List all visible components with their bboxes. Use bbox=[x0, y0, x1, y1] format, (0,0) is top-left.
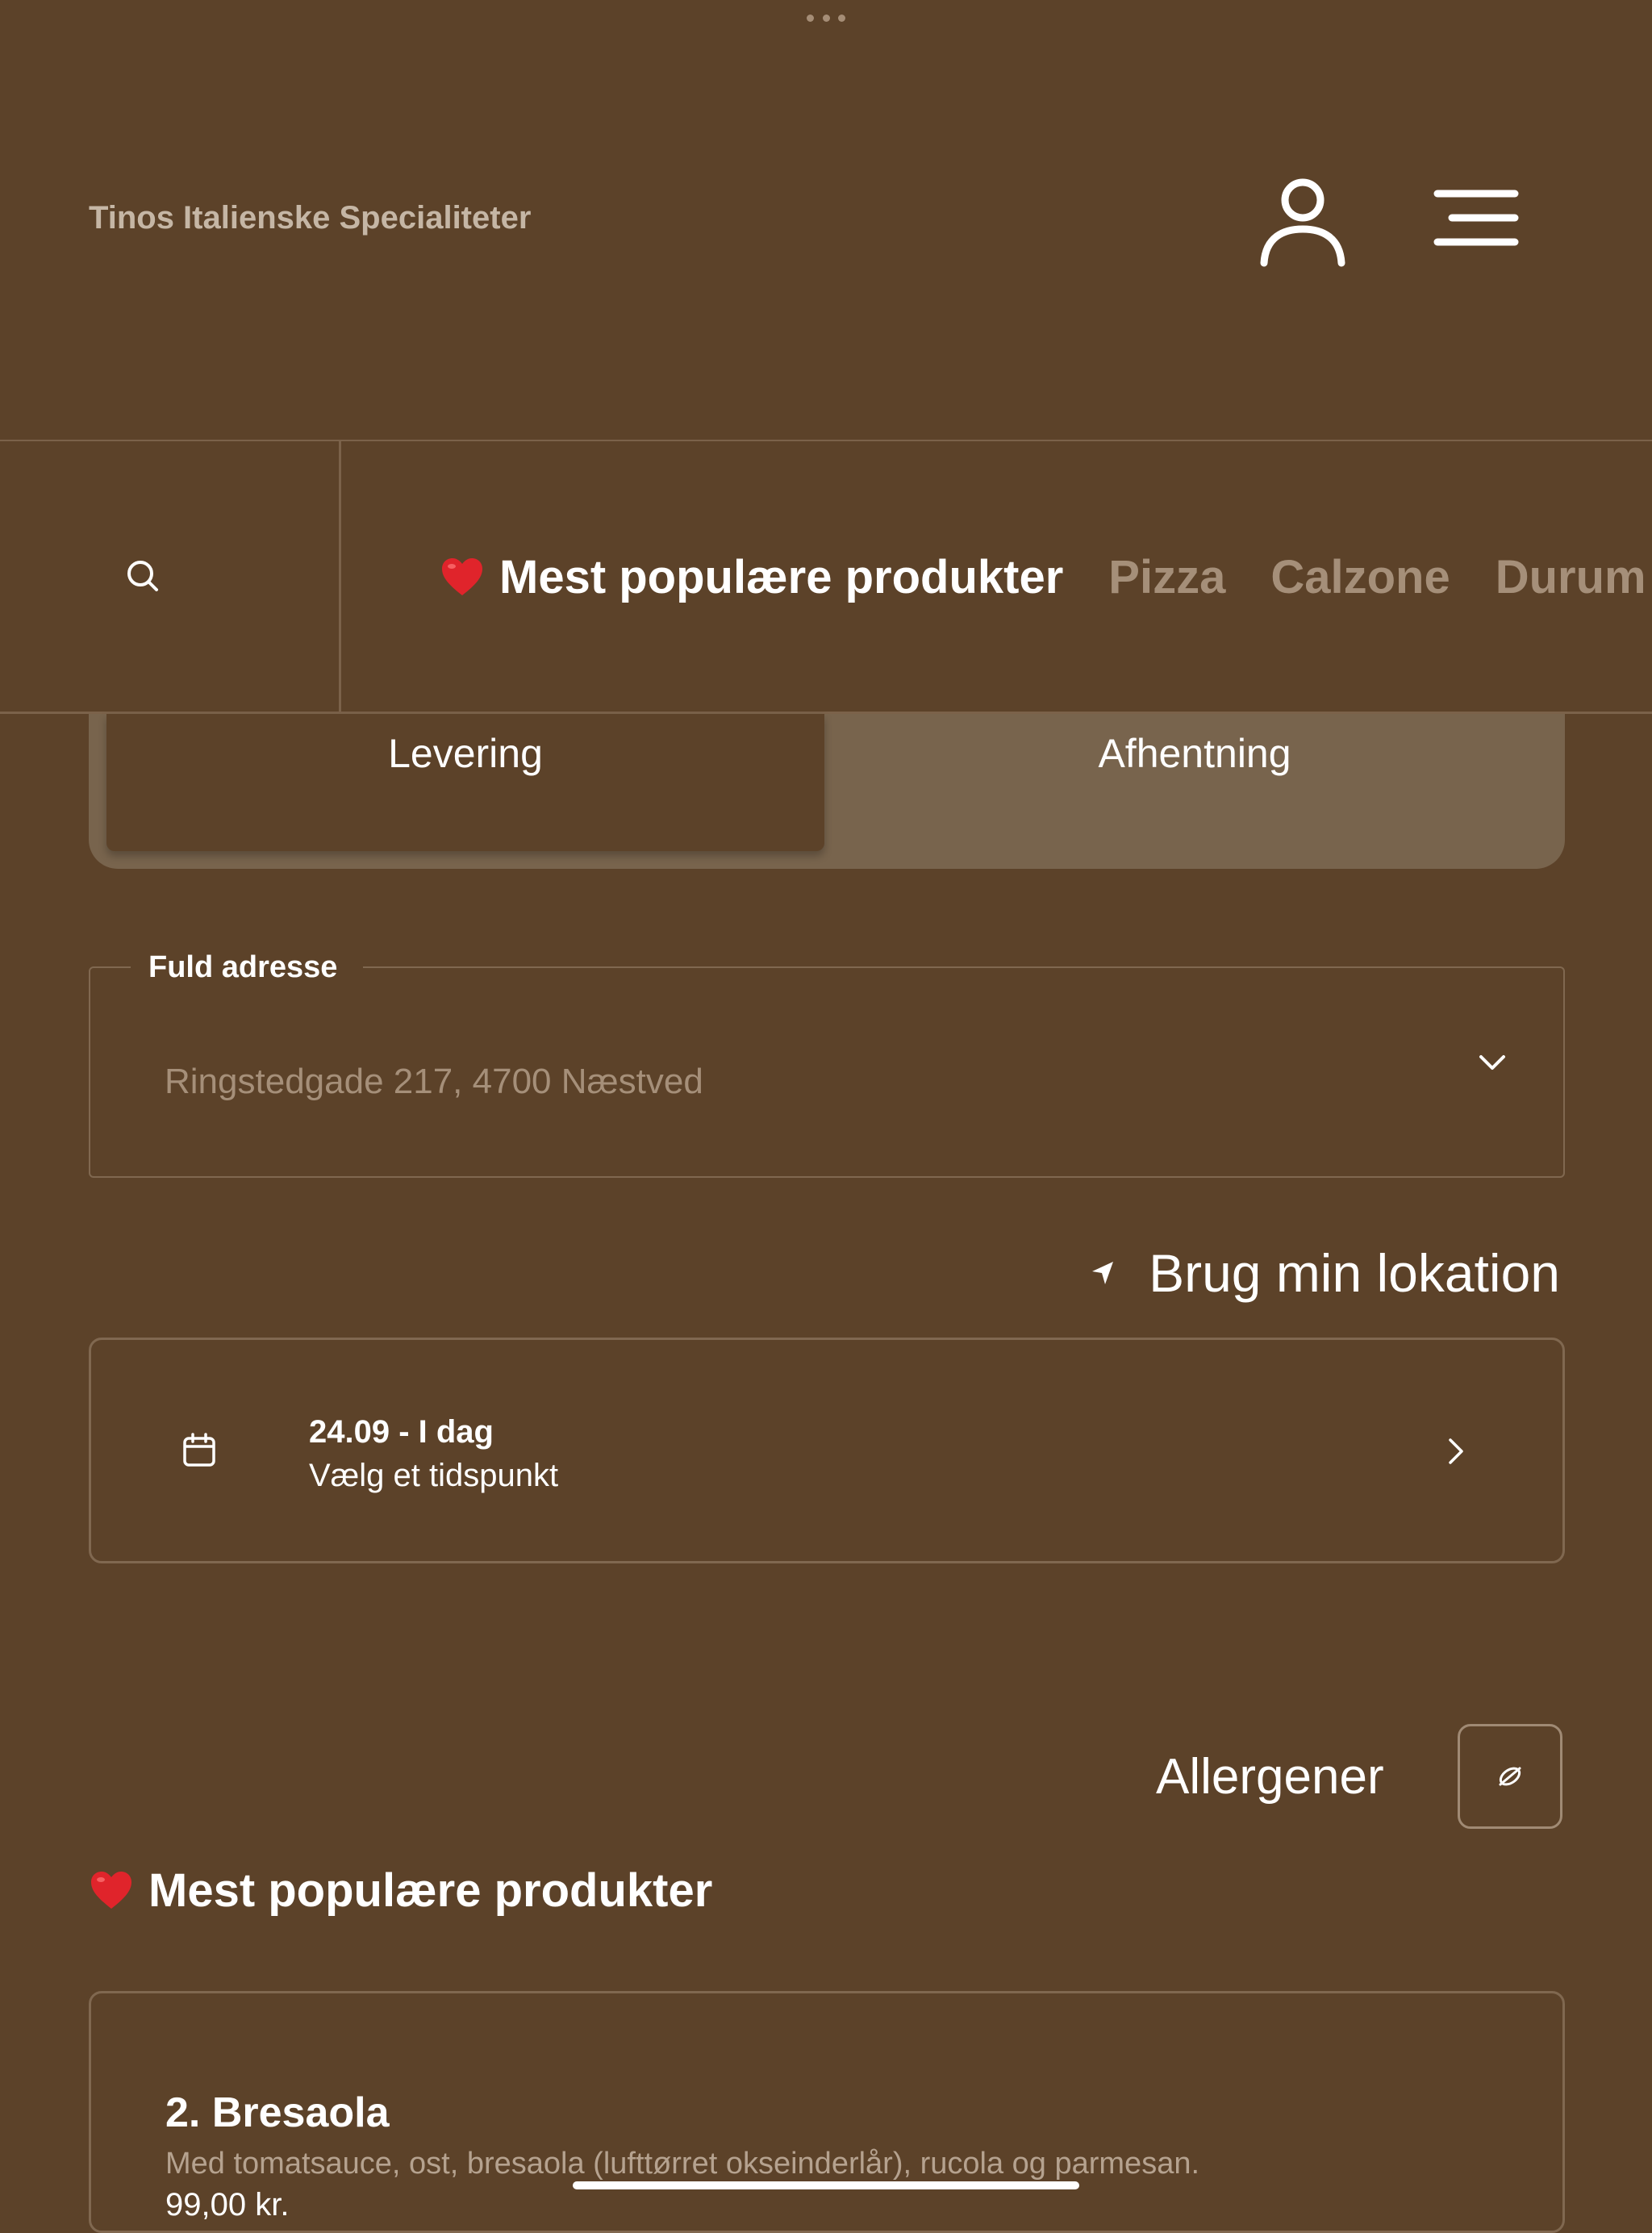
dot bbox=[822, 15, 830, 22]
delivery-option[interactable]: Levering bbox=[106, 714, 824, 851]
chevron-down-icon[interactable] bbox=[1478, 1053, 1507, 1072]
search-button[interactable] bbox=[0, 441, 341, 712]
category-bar: Mest populære produkter Pizza Calzone Du… bbox=[0, 440, 1652, 714]
use-location-label: Brug min lokation bbox=[1149, 1243, 1560, 1303]
calendar-icon bbox=[183, 1433, 215, 1467]
allergen-icon bbox=[1499, 1767, 1521, 1786]
product-description: Med tomatsauce, ost, bresaola (lufttørre… bbox=[165, 2147, 1200, 2181]
account-button[interactable] bbox=[1254, 169, 1351, 274]
use-location-button[interactable]: Brug min lokation bbox=[1091, 1242, 1560, 1304]
address-field[interactable]: Fuld adresse Ringstedgade 217, 4700 Næst… bbox=[89, 950, 1565, 1178]
tab-pizza[interactable]: Pizza bbox=[1108, 550, 1225, 604]
address-placeholder[interactable]: Ringstedgade 217, 4700 Næstved bbox=[165, 1062, 703, 1102]
chevron-right-icon bbox=[1449, 1438, 1463, 1464]
tab-durum[interactable]: Durum bbox=[1496, 550, 1646, 604]
pickup-option[interactable]: Afhentning bbox=[824, 714, 1565, 851]
dot bbox=[807, 15, 814, 22]
tab-calzone[interactable]: Calzone bbox=[1270, 550, 1450, 604]
product-card[interactable]: 2. Bresaola Med tomatsauce, ost, bresaol… bbox=[89, 1991, 1565, 2233]
location-arrow-icon bbox=[1092, 1262, 1114, 1284]
home-indicator[interactable] bbox=[573, 2181, 1079, 2189]
heart-icon bbox=[442, 557, 482, 595]
menu-button[interactable] bbox=[1428, 182, 1525, 254]
time-selector[interactable]: 24.09 - I dag Vælg et tidspunkt bbox=[89, 1338, 1565, 1563]
heart-icon bbox=[91, 1871, 131, 1909]
search-icon bbox=[127, 561, 158, 591]
multitasking-dots[interactable] bbox=[807, 15, 845, 24]
store-name[interactable]: Tinos Italienske Specialiteter bbox=[89, 200, 531, 236]
category-tabs: Mest populære produkter Pizza Calzone Du… bbox=[440, 550, 1652, 604]
tab-label: Mest populære produkter bbox=[499, 551, 1064, 603]
schedule-subtitle: Vælg et tidspunkt bbox=[309, 1458, 559, 1493]
allergens-button[interactable] bbox=[1458, 1724, 1562, 1829]
hamburger-menu-icon bbox=[1433, 190, 1519, 246]
order-type-toggle: Levering Afhentning bbox=[89, 714, 1565, 869]
user-icon bbox=[1260, 178, 1345, 267]
product-name: 2. Bresaola bbox=[165, 2089, 390, 2136]
allergens-label: Allergener bbox=[1156, 1749, 1384, 1805]
section-title-label: Mest populære produkter bbox=[148, 1864, 713, 1917]
schedule-date: 24.09 - I dag bbox=[309, 1414, 494, 1450]
section-title: Mest populære produkter bbox=[89, 1864, 712, 1918]
address-label: Fuld adresse bbox=[131, 950, 364, 985]
dot bbox=[838, 15, 845, 22]
tab-popular-products[interactable]: Mest populære produkter bbox=[440, 550, 1063, 604]
product-price: 99,00 kr. bbox=[165, 2187, 290, 2223]
